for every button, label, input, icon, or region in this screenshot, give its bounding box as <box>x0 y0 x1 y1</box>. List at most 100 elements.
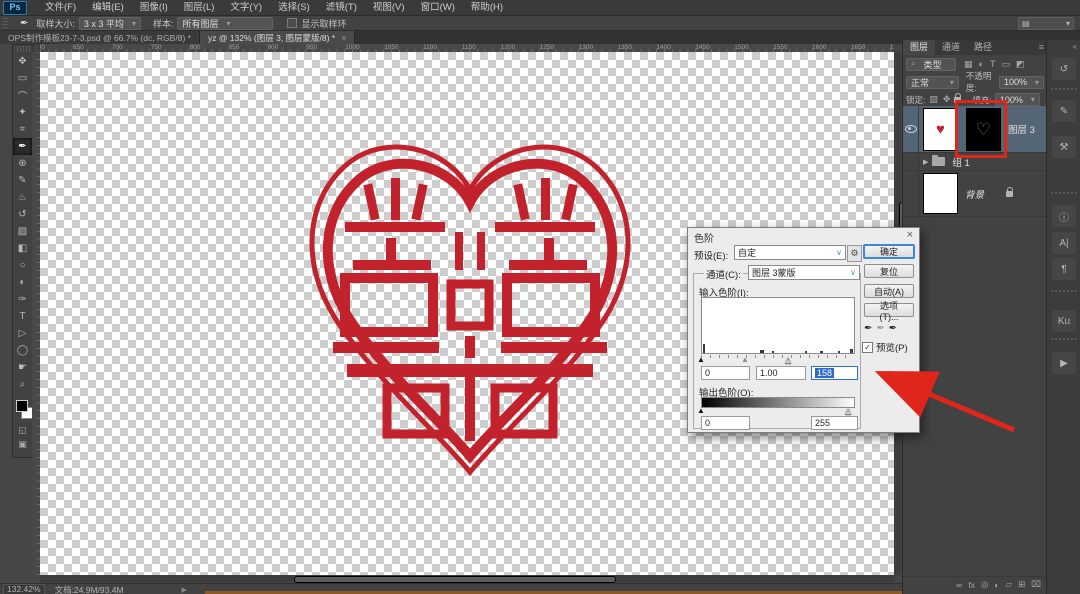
tool-quick-select[interactable]: ✦ <box>13 104 32 121</box>
tool-crop[interactable]: ⌗ <box>13 121 32 138</box>
menu-item[interactable]: 文字(Y) <box>222 0 270 15</box>
info-icon[interactable]: ⓘ <box>1052 205 1076 227</box>
tool-eyedropper[interactable]: ✒ <box>13 138 32 155</box>
lock-transparency-icon[interactable]: ▨ <box>928 94 939 105</box>
document-tab[interactable]: OPS制作模板23-7-3.psd @ 66.7% (dc, RGB/8) * <box>0 31 200 44</box>
screen-mode-icon[interactable]: ▣ <box>13 437 32 451</box>
visibility-toggle[interactable] <box>903 106 919 152</box>
output-white-slider[interactable]: △ <box>845 407 851 415</box>
brush-presets-icon[interactable]: ✎ <box>1052 100 1076 122</box>
background-layer-row[interactable]: 背景 <box>903 171 1047 217</box>
output-white-field[interactable]: 255 <box>811 416 858 430</box>
menu-item[interactable]: 窗口(W) <box>413 0 463 15</box>
add-mask-icon[interactable]: ◎ <box>981 579 988 590</box>
menu-item[interactable]: 选择(S) <box>270 0 318 15</box>
tool-path-select[interactable]: ▷ <box>13 325 32 342</box>
link-layers-icon[interactable]: ∞ <box>956 580 962 590</box>
filter-type-icon[interactable]: T <box>989 59 997 70</box>
document-tab-active[interactable]: yz @ 132% (图层 3, 图层蒙版/8) * × <box>200 31 355 44</box>
foreground-color-swatch[interactable] <box>16 400 28 412</box>
menu-item[interactable]: 视图(V) <box>365 0 413 15</box>
character-icon[interactable]: A| <box>1052 232 1076 254</box>
tool-brush[interactable]: ✎ <box>13 172 32 189</box>
input-black-slider[interactable]: ▲ <box>697 356 705 364</box>
panel-menu-icon[interactable]: ≡ <box>1039 40 1044 55</box>
panel-tab-0[interactable]: 图层 <box>903 40 935 55</box>
tool-dodge[interactable]: ◐ <box>13 274 32 291</box>
history-icon[interactable]: ↺ <box>1052 58 1076 80</box>
new-group-icon[interactable]: ▱ <box>1006 579 1013 590</box>
menu-item[interactable]: 帮助(H) <box>463 0 511 15</box>
layer-thumbnail[interactable] <box>923 173 958 214</box>
opacity-field[interactable]: 100% ▾ <box>999 76 1044 89</box>
visibility-toggle[interactable] <box>903 153 919 170</box>
panel-tab-2[interactable]: 路径 <box>967 40 999 55</box>
toolbar-grip[interactable] <box>17 46 30 52</box>
tool-pen[interactable]: ✑ <box>13 291 32 308</box>
menu-item[interactable]: 编辑(E) <box>84 0 132 15</box>
input-white-slider[interactable]: △ <box>785 356 791 364</box>
output-black-slider[interactable]: ▲ <box>697 407 705 415</box>
tool-history-brush[interactable]: ↺ <box>13 206 32 223</box>
filter-shape-icon[interactable]: ▭ <box>1000 59 1011 70</box>
paragraph-icon[interactable]: ¶ <box>1052 258 1076 280</box>
ok-button[interactable]: 确定 <box>863 244 915 259</box>
reset-button[interactable]: 复位 <box>864 264 914 278</box>
show-ring-checkbox[interactable] <box>287 18 297 28</box>
options-button[interactable]: 选项(T)... <box>864 303 914 317</box>
channel-dropdown[interactable]: 图层 3蒙版 ∨ <box>748 265 860 280</box>
visibility-toggle[interactable] <box>903 171 919 216</box>
tool-gradient[interactable]: ◧ <box>13 240 32 257</box>
tool-lasso[interactable]: ⌒ <box>13 87 32 104</box>
sample-dropdown[interactable]: 所有图层 ▾ <box>177 17 273 30</box>
delete-layer-icon[interactable]: ⌧ <box>1031 579 1041 590</box>
status-arrow-icon[interactable]: ▶ <box>182 586 187 594</box>
black-point-eyedropper-icon[interactable]: ✒ <box>864 323 872 334</box>
tool-blur[interactable]: ○ <box>13 257 32 274</box>
close-icon[interactable]: × <box>907 229 913 241</box>
zoom-level-field[interactable]: 132.42% <box>3 584 45 594</box>
tool-ellipse[interactable]: ◯ <box>13 342 32 359</box>
layer-name[interactable]: 背景 <box>965 187 984 201</box>
tool-hand[interactable]: ☛ <box>13 359 32 376</box>
tool-eraser[interactable]: ▨ <box>13 223 32 240</box>
preset-dropdown[interactable]: 自定 ∨ <box>734 245 846 260</box>
auto-button[interactable]: 自动(A) <box>864 284 914 298</box>
new-layer-icon[interactable]: ⊞ <box>1018 579 1025 590</box>
input-white-field[interactable]: 158 <box>811 366 858 380</box>
input-gamma-slider[interactable]: ▲ <box>741 356 749 364</box>
scrollbar-thumb[interactable] <box>294 576 616 583</box>
adjustment-layer-icon[interactable]: ◐ <box>994 580 999 590</box>
expand-triangle-icon[interactable]: ▶ <box>923 158 928 166</box>
layer-thumbnail[interactable]: ♥ <box>923 108 958 151</box>
close-icon[interactable]: × <box>341 33 346 43</box>
gear-icon[interactable]: ⚙ <box>847 245 862 262</box>
layer-name[interactable]: 图层 3 <box>1008 122 1035 136</box>
menu-item[interactable]: 图层(L) <box>176 0 223 15</box>
input-black-field[interactable]: 0 <box>701 366 750 380</box>
kuler-icon[interactable]: Ku <box>1052 310 1076 332</box>
output-black-field[interactable]: 0 <box>701 416 750 430</box>
tool-clone-stamp[interactable]: ♨ <box>13 189 32 206</box>
filter-pixel-icon[interactable]: ▦ <box>963 59 974 70</box>
collapse-panels-icon[interactable]: « <box>1073 42 1077 51</box>
workspace-switcher[interactable]: ▤ ▾ <box>1018 17 1074 30</box>
actions-icon[interactable]: ▶ <box>1052 352 1076 374</box>
blend-mode-dropdown[interactable]: 正常 ▾ <box>906 76 959 89</box>
filter-adjustment-icon[interactable]: ◐ <box>978 59 985 70</box>
filter-kind-dropdown[interactable]: ⌕ 类型 <box>906 58 956 71</box>
sample-size-dropdown[interactable]: 3 x 3 平均 ▾ <box>79 17 141 30</box>
tool-marquee[interactable]: ▭ <box>13 70 32 87</box>
menu-item[interactable]: 滤镜(T) <box>318 0 365 15</box>
tool-type[interactable]: T <box>13 308 32 325</box>
tool-healing-brush[interactable]: ⊕ <box>13 155 32 172</box>
menu-item[interactable]: 文件(F) <box>37 0 84 15</box>
tool-move[interactable]: ✥ <box>13 53 32 70</box>
tool-presets-icon[interactable]: ⚒ <box>1052 136 1076 158</box>
filter-smart-object-icon[interactable]: ◩ <box>1015 59 1026 70</box>
white-point-eyedropper-icon[interactable]: ✒ <box>889 323 897 334</box>
lock-position-icon[interactable]: ✥ <box>942 94 952 105</box>
layer-style-icon[interactable]: fx <box>968 580 975 590</box>
quick-mask-icon[interactable]: ◱ <box>13 423 32 437</box>
horizontal-scrollbar[interactable] <box>40 575 894 582</box>
